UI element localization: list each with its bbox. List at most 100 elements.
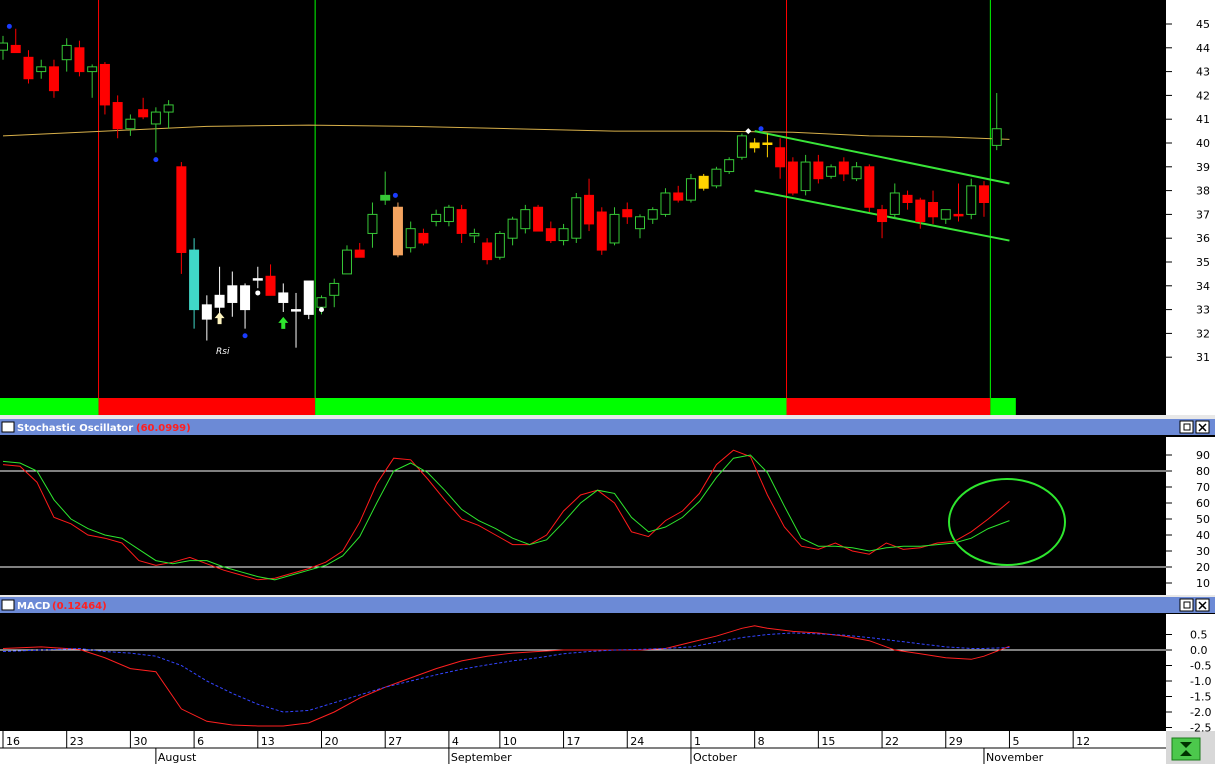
candle-body [520,209,531,230]
candle-body [48,66,59,92]
candle-body [545,228,556,242]
panel-separator[interactable] [0,595,1215,597]
candle-body [189,249,200,311]
date-tick-label: 1 [694,735,701,748]
candle-body [125,118,136,130]
signal-dot [153,157,159,163]
zoom-button[interactable] [1171,737,1201,761]
macd-tick-label: -2.5 [1190,722,1211,735]
date-tick-label: 23 [70,735,84,748]
candle-body [838,161,849,175]
rsi-label: Rsi [216,347,230,357]
candle-body [724,159,735,173]
maximize-icon[interactable] [1179,420,1194,434]
candle-body [915,199,926,223]
date-tick-label: 29 [949,735,963,748]
candle-body [775,147,786,168]
regime-bar-segment [990,398,1016,415]
candle-body [584,194,595,225]
signal-dot [242,333,248,339]
candle-body [711,168,722,187]
candle-body [736,135,747,158]
candle-body [329,282,340,296]
regime-bar-segment [315,398,787,415]
date-tick-label: 27 [388,735,402,748]
candle-body [23,56,34,80]
candle-body [265,275,276,296]
month-label: August [158,751,197,764]
candle-body [851,166,862,180]
maximize-icon[interactable] [1179,598,1194,612]
moving-average-line [2,124,1010,140]
signal-dot [6,23,12,29]
candle-body [227,285,238,303]
macd-tick-label: -0.5 [1190,660,1211,673]
date-tick-label: 24 [630,735,644,748]
macd-tick-label: -2.0 [1190,706,1211,719]
stoch-series-line [2,454,1010,581]
candle-body [316,297,327,308]
candle-body [150,111,161,125]
signal-dot [319,307,324,313]
candle-body [214,294,225,308]
candle-body [163,104,174,113]
stoch-tick-label: 20 [1196,561,1210,574]
candle-body [392,206,403,256]
candle-body [813,161,824,180]
date-tick-label: 8 [758,735,765,748]
candle-body [354,249,365,258]
macd-panel-title: MACD [17,601,50,612]
regime-bar-segment [98,398,316,415]
candle-body [36,66,47,73]
candle-body [877,209,888,223]
candle-body [928,202,939,218]
price-tick-label: 31 [1196,351,1210,364]
candle-body [405,228,416,249]
month-label: November [986,751,1044,764]
macd-tick-label: -1.5 [1190,691,1211,704]
price-tick-label: 33 [1196,304,1210,317]
stoch-tick-label: 80 [1196,465,1210,478]
candle-body [252,278,263,281]
candle-body [864,166,875,208]
candle-body [533,206,544,232]
date-tick-label: 10 [503,735,517,748]
candle-body [99,63,110,106]
regime-bar-segment [786,398,991,415]
candle-body [826,166,837,177]
stoch-tick-label: 70 [1196,481,1210,494]
macd-panel-icon[interactable] [1,599,15,611]
candle-body [558,228,569,242]
stoch-panel-icon[interactable] [1,421,15,433]
candle-body [762,142,773,145]
candle-body [10,44,21,54]
candle-body [660,192,671,215]
date-tick-label: 12 [1076,735,1090,748]
stoch-tick-label: 10 [1196,577,1210,590]
candle-body [966,185,977,215]
candle-body [685,178,696,201]
candle-body [940,209,951,220]
candle-body [176,166,187,253]
date-tick-label: 22 [885,735,899,748]
stoch-panel-value: (60.0999) [136,423,191,434]
candle-body [647,209,658,220]
candle-body [431,213,442,223]
signal-dot [255,290,261,296]
candle-body [0,42,8,51]
macd-tick-label: -1.0 [1190,675,1211,688]
candle-body [953,213,964,217]
macd-panel-header [0,597,1215,613]
price-tick-label: 38 [1196,185,1210,198]
panel-separator[interactable] [0,415,1215,419]
candle-body [291,309,302,312]
month-label: October [693,751,737,764]
candle-body [902,194,913,204]
price-tick-label: 35 [1196,256,1210,269]
price-tick-label: 41 [1196,113,1210,126]
candle-body [787,161,798,194]
signal-diamond [745,128,752,135]
price-tick-label: 40 [1196,137,1210,150]
stoch-panel [0,449,1166,581]
date-tick-label: 4 [452,735,459,748]
